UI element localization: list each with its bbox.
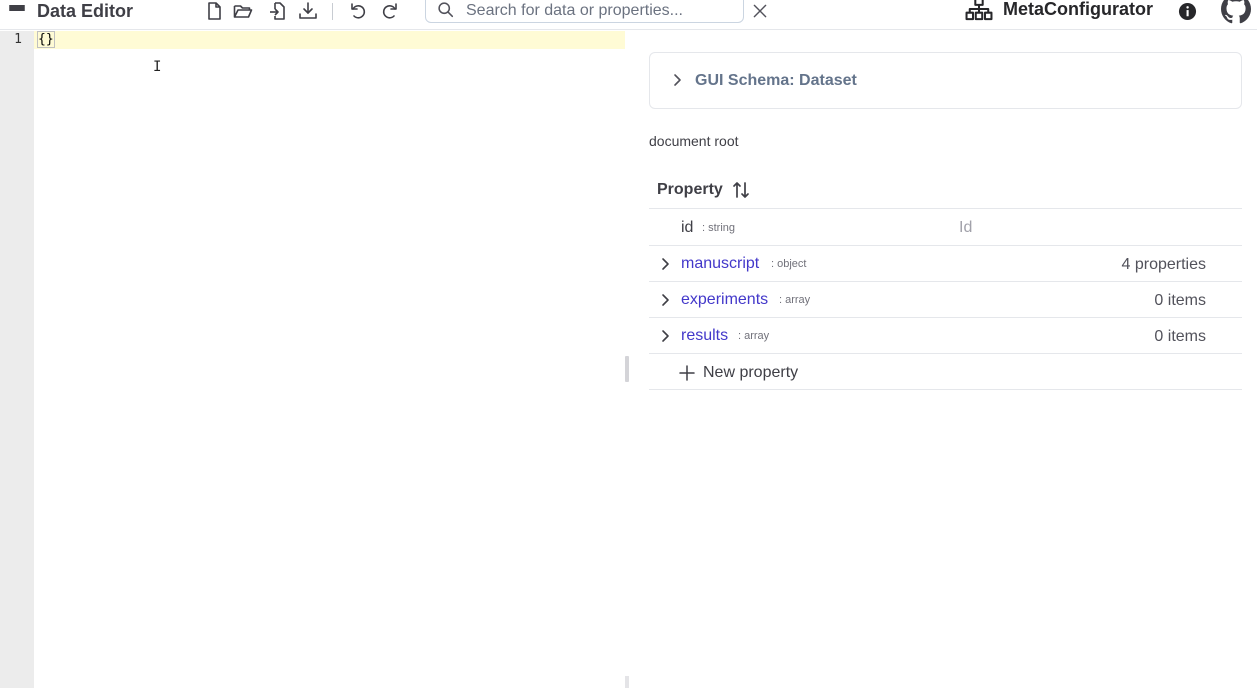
code-content: {} xyxy=(37,31,55,48)
brand-name: MetaConfigurator xyxy=(1003,0,1153,19)
download-icon xyxy=(299,2,317,19)
menu-button[interactable] xyxy=(6,0,28,22)
breadcrumb[interactable]: document root xyxy=(649,132,739,150)
toolbar: Data Editor MetaConfigurator xyxy=(0,0,1257,30)
new-property-button[interactable]: New property xyxy=(679,363,798,383)
undo-icon xyxy=(351,3,366,19)
property-name: id xyxy=(681,219,694,236)
code-editor[interactable]: 1 {} I xyxy=(0,31,625,688)
open-file-button[interactable] xyxy=(232,0,254,22)
redo-icon xyxy=(382,3,397,19)
splitter-edge xyxy=(625,676,629,688)
github-icon xyxy=(1221,0,1251,24)
property-type: : object xyxy=(771,258,807,270)
search-box xyxy=(425,0,744,23)
github-button[interactable] xyxy=(1221,0,1251,24)
chevron-right-icon[interactable] xyxy=(658,329,672,343)
menu-icon xyxy=(9,5,25,17)
import-icon xyxy=(270,2,285,20)
property-name[interactable]: results xyxy=(681,326,728,346)
clear-search-button[interactable] xyxy=(749,0,771,22)
property-value: 4 properties xyxy=(1121,256,1207,273)
undo-button[interactable] xyxy=(347,0,369,22)
new-file-icon xyxy=(208,2,221,20)
active-line-highlight xyxy=(34,31,625,49)
new-property-row: New property xyxy=(649,354,1242,390)
import-button[interactable] xyxy=(266,0,288,22)
redo-button[interactable] xyxy=(379,0,401,22)
info-button[interactable] xyxy=(1176,0,1198,22)
open-folder-icon xyxy=(233,5,253,18)
editor-title: Data Editor xyxy=(37,1,134,21)
table-row[interactable]: experiments : array 0 items xyxy=(649,282,1242,318)
chevron-right-icon[interactable] xyxy=(658,257,672,271)
property-type: : string xyxy=(702,222,736,234)
gui-schema-title: GUI Schema: Dataset xyxy=(695,72,857,89)
property-type: : array xyxy=(779,294,811,306)
search-input[interactable] xyxy=(466,1,736,21)
new-file-button[interactable] xyxy=(203,0,225,22)
pane-splitter[interactable] xyxy=(625,31,629,688)
table-row: id : string xyxy=(649,210,1242,246)
property-table-header: Property xyxy=(649,171,1242,209)
info-icon xyxy=(1178,2,1196,20)
gui-schema-panel[interactable]: GUI Schema: Dataset xyxy=(649,52,1242,109)
download-button[interactable] xyxy=(297,0,319,22)
chevron-right-icon xyxy=(674,74,681,86)
sort-icon[interactable] xyxy=(732,180,750,200)
plus-icon xyxy=(679,365,695,381)
search-icon xyxy=(438,2,454,18)
toolbar-divider xyxy=(332,3,333,20)
property-value: 0 items xyxy=(1154,328,1206,345)
splitter-handle[interactable] xyxy=(625,356,629,382)
property-name[interactable]: experiments xyxy=(681,290,768,310)
new-property-label: New property xyxy=(703,364,799,381)
id-input[interactable] xyxy=(959,217,1199,239)
table-row[interactable]: manuscript : object 4 properties xyxy=(649,246,1242,282)
property-value: 0 items xyxy=(1154,292,1206,309)
line-number-gutter: 1 xyxy=(0,31,34,688)
close-icon xyxy=(753,4,767,18)
property-column-header: Property xyxy=(657,181,723,198)
property-type: : array xyxy=(738,330,770,342)
chevron-right-icon[interactable] xyxy=(658,293,672,307)
brand: MetaConfigurator xyxy=(965,0,1153,22)
property-name[interactable]: manuscript xyxy=(681,254,759,274)
table-row[interactable]: results : array 0 items xyxy=(649,318,1242,354)
sitemap-icon xyxy=(965,0,993,21)
code-line[interactable]: {} xyxy=(37,31,55,48)
line-number: 1 xyxy=(14,32,22,47)
text-cursor-icon: I xyxy=(153,59,162,75)
